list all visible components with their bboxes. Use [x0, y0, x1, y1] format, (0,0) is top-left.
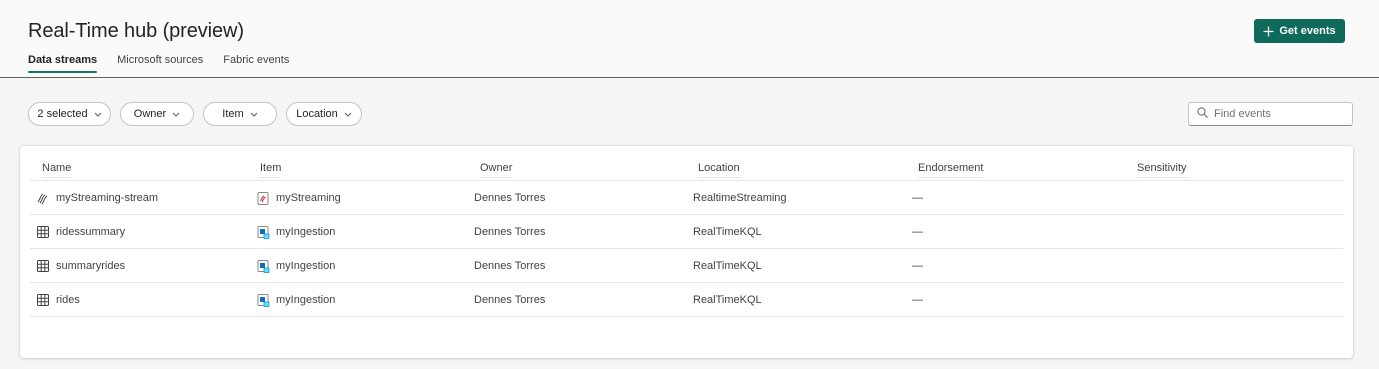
item-cell: myIngestion: [256, 249, 335, 283]
search-input[interactable]: [1214, 108, 1344, 120]
chevron-down-icon: [94, 112, 102, 117]
table-icon: [36, 293, 50, 307]
tab-data-streams[interactable]: Data streams: [28, 54, 98, 73]
location-cell: RealTimeKQL: [693, 294, 762, 306]
page-title: Real-Time hub (preview): [28, 20, 244, 42]
search-box[interactable]: [1188, 102, 1353, 126]
name-cell: myStreaming-stream: [36, 181, 158, 215]
filter-label: Location: [296, 108, 338, 120]
column-header-owner[interactable]: Owner: [480, 162, 513, 178]
owner-cell: Dennes Torres: [474, 260, 546, 272]
row-item[interactable]: myStreaming: [276, 192, 341, 204]
chevron-down-icon: [172, 112, 180, 117]
row-item[interactable]: myIngestion: [276, 260, 335, 272]
table-icon: [36, 225, 50, 239]
chevron-down-icon: [344, 112, 352, 117]
owner-cell: Dennes Torres: [474, 226, 546, 238]
endorsement-cell: —: [912, 260, 923, 272]
endorsement-cell: —: [912, 294, 923, 306]
filter-owner-pill[interactable]: Owner: [120, 102, 194, 126]
row-item[interactable]: myIngestion: [276, 226, 335, 238]
item-cell: myStreaming: [256, 181, 341, 215]
column-header-location[interactable]: Location: [698, 162, 740, 178]
tab-list: Data streams Microsoft sources Fabric ev…: [28, 54, 309, 73]
filter-location-pill[interactable]: Location: [286, 102, 362, 126]
item-cell: myIngestion: [256, 283, 335, 317]
chevron-down-icon: [250, 112, 258, 117]
row-name[interactable]: rides: [56, 294, 80, 306]
table-header: Name Item Owner Location Endorsement Sen…: [30, 146, 1343, 181]
tab-microsoft-sources[interactable]: Microsoft sources: [117, 54, 203, 73]
column-header-sensitivity[interactable]: Sensitivity: [1137, 162, 1187, 178]
page-header: Real-Time hub (preview) Data streams Mic…: [0, 0, 1379, 78]
name-cell: ridessummary: [36, 215, 125, 249]
name-cell: rides: [36, 283, 80, 317]
data-streams-table: Name Item Owner Location Endorsement Sen…: [20, 146, 1353, 358]
row-item[interactable]: myIngestion: [276, 294, 335, 306]
location-cell: RealTimeKQL: [693, 260, 762, 272]
item-cell: myIngestion: [256, 215, 335, 249]
column-header-item[interactable]: Item: [260, 162, 282, 178]
endorsement-cell: —: [912, 192, 923, 204]
table-row[interactable]: ridessummary myIngestion Dennes Torres R…: [30, 215, 1343, 249]
endorsement-cell: —: [912, 226, 923, 238]
filter-item-pill[interactable]: Item: [203, 102, 277, 126]
filter-bar: 2 selected Owner Item Location: [28, 102, 371, 126]
location-cell: RealTimeKQL: [693, 226, 762, 238]
column-header-endorsement[interactable]: Endorsement: [918, 162, 984, 178]
location-cell: RealtimeStreaming: [693, 192, 787, 204]
table-icon: [36, 259, 50, 273]
filter-label: Item: [222, 108, 244, 120]
search-icon: [1197, 105, 1208, 123]
row-name[interactable]: ridessummary: [56, 226, 125, 238]
name-cell: summaryrides: [36, 249, 125, 283]
kql-database-icon: [256, 259, 270, 273]
row-name[interactable]: summaryrides: [56, 260, 125, 272]
table-row[interactable]: summaryrides myIngestion Dennes Torres R…: [30, 249, 1343, 283]
eventstream-icon: [36, 191, 50, 205]
filter-label: Owner: [133, 108, 167, 120]
table-row[interactable]: rides myIngestion Dennes Torres RealTime…: [30, 283, 1343, 317]
owner-cell: Dennes Torres: [474, 192, 546, 204]
tab-fabric-events[interactable]: Fabric events: [223, 54, 289, 73]
plus-icon: [1263, 26, 1274, 37]
table-row[interactable]: myStreaming-stream myStreaming Dennes To…: [30, 181, 1343, 215]
column-header-name[interactable]: Name: [42, 162, 72, 178]
get-events-button[interactable]: Get events: [1254, 19, 1345, 43]
eventstream-item-icon: [256, 191, 270, 205]
row-name[interactable]: myStreaming-stream: [56, 192, 158, 204]
filter-label: 2 selected: [37, 108, 88, 120]
owner-cell: Dennes Torres: [474, 294, 546, 306]
kql-database-icon: [256, 225, 270, 239]
kql-database-icon: [256, 293, 270, 307]
get-events-label: Get events: [1279, 25, 1336, 37]
filter-selected-pill[interactable]: 2 selected: [28, 102, 111, 126]
